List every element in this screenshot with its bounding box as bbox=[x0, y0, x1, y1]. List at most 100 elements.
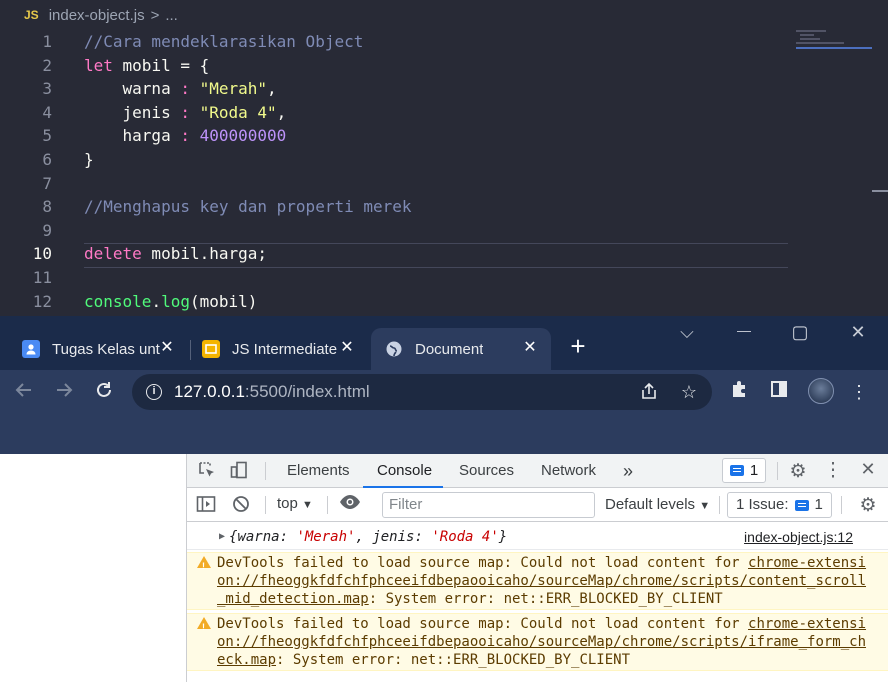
tab-elements[interactable]: Elements bbox=[287, 454, 350, 488]
line-number: 7 bbox=[42, 173, 52, 193]
clear-console-icon[interactable] bbox=[231, 495, 251, 515]
scrollbar-marker[interactable] bbox=[872, 190, 888, 192]
close-tab-icon[interactable]: ✕ bbox=[158, 339, 176, 357]
code-token: delete bbox=[84, 244, 142, 264]
minimize-button[interactable]: — bbox=[732, 322, 756, 352]
console-settings-gear-icon[interactable]: ⚙ bbox=[857, 494, 879, 516]
code-line[interactable]: 4 jenis : "Roda 4", bbox=[0, 101, 800, 125]
code-editor[interactable]: JS index-object.js > ... 1 //Cara mendekl… bbox=[0, 0, 888, 316]
code-text[interactable]: jenis : "Roda 4", bbox=[84, 101, 287, 125]
code-line[interactable]: 1 //Cara mendeklarasikan Object bbox=[0, 30, 800, 54]
bookmark-star-icon[interactable]: ☆ bbox=[678, 381, 700, 403]
code-token: warna bbox=[84, 79, 181, 99]
back-arrow-icon[interactable] bbox=[10, 379, 38, 407]
new-tab-button[interactable]: + bbox=[565, 333, 591, 360]
close-devtools-icon[interactable]: ✕ bbox=[857, 459, 879, 481]
code-line[interactable]: 10 delete mobil.harga; bbox=[0, 242, 800, 266]
close-window-button[interactable]: ✕ bbox=[846, 322, 870, 352]
forward-arrow-icon[interactable] bbox=[50, 379, 78, 407]
profile-avatar[interactable] bbox=[808, 378, 834, 404]
address-bar[interactable]: i 127.0.0.1:5500/index.html ☆ bbox=[132, 374, 712, 410]
console-warning[interactable]: DevTools failed to load source map: Coul… bbox=[187, 613, 888, 671]
filter-input[interactable]: Filter bbox=[382, 492, 595, 518]
code-line[interactable]: 3 warna : "Merah", bbox=[0, 77, 800, 101]
issues-button[interactable]: 1 Issue: 1 bbox=[727, 492, 832, 518]
line-number: 4 bbox=[42, 102, 52, 122]
code-line[interactable]: 6} bbox=[0, 148, 800, 172]
code-text[interactable]: } bbox=[84, 148, 94, 172]
expand-triangle-icon[interactable]: ▶ bbox=[219, 528, 225, 546]
divider bbox=[777, 462, 778, 480]
side-panel-icon[interactable] bbox=[766, 379, 792, 405]
code-token: mobil = { bbox=[112, 55, 210, 75]
tab-js-intermediate[interactable]: JS Intermediate ✕ bbox=[192, 328, 368, 370]
close-tab-icon[interactable]: ✕ bbox=[338, 339, 356, 357]
sidebar-toggle-icon[interactable] bbox=[195, 495, 217, 515]
code-text[interactable]: harga : 400000000 bbox=[84, 124, 287, 148]
code-token: harga bbox=[84, 126, 181, 146]
breadcrumb-ellipsis[interactable]: ... bbox=[165, 7, 178, 24]
code-text[interactable]: delete mobil.harga; bbox=[84, 242, 267, 266]
tab-console[interactable]: Console bbox=[363, 454, 443, 488]
code-line[interactable]: 8 //Menghapus key dan properti merek bbox=[0, 195, 800, 219]
more-tabs-icon[interactable]: » bbox=[623, 454, 633, 488]
tab-title: Document bbox=[415, 340, 484, 358]
device-toolbar-icon[interactable] bbox=[229, 461, 249, 481]
console-toolbar: top ▼ Filter Default levels ▼ 1 Issue: 1… bbox=[187, 488, 888, 522]
code-line[interactable]: 11 bbox=[0, 266, 800, 290]
code-token: let bbox=[84, 55, 113, 75]
console-log-entry[interactable]: ▶ {warna: 'Merah', jenis: 'Roda 4'} inde… bbox=[187, 524, 888, 550]
message-icon bbox=[794, 499, 809, 511]
more-vertical-icon[interactable]: ⋮ bbox=[823, 459, 843, 481]
browser-toolbar: i 127.0.0.1:5500/index.html ☆ ⋮ bbox=[0, 370, 888, 454]
user-icon bbox=[22, 340, 40, 358]
tab-search-icon[interactable]: ⌵ bbox=[676, 322, 698, 352]
code-line[interactable]: 9 bbox=[0, 219, 800, 243]
messages-badge[interactable]: 1 bbox=[722, 458, 766, 483]
url-text[interactable]: 127.0.0.1:5500/index.html bbox=[174, 382, 370, 402]
tab-document[interactable]: Document ✕ bbox=[371, 328, 551, 370]
site-info-icon[interactable]: i bbox=[146, 384, 162, 400]
source-link[interactable]: index-object.js:12 bbox=[744, 528, 853, 546]
minimap[interactable] bbox=[796, 30, 872, 60]
browser-tabstrip: Tugas Kelas unt ✕ JS Intermediate ✕ Docu… bbox=[0, 316, 888, 370]
code-text[interactable]: //Cara mendeklarasikan Object bbox=[84, 30, 363, 54]
inspect-element-icon[interactable] bbox=[197, 461, 217, 481]
breadcrumb-file[interactable]: index-object.js bbox=[49, 7, 145, 24]
extensions-puzzle-icon[interactable] bbox=[726, 379, 752, 405]
tab-network[interactable]: Network bbox=[541, 454, 596, 488]
maximize-button[interactable]: ▢ bbox=[788, 322, 812, 352]
reload-icon[interactable] bbox=[90, 379, 118, 407]
log-levels-dropdown[interactable]: Default levels ▼ bbox=[605, 492, 710, 518]
code-token: : bbox=[180, 126, 190, 146]
live-expression-eye-icon[interactable] bbox=[337, 494, 363, 516]
code-line[interactable]: 12 console.log(mobil) bbox=[0, 290, 800, 314]
divider bbox=[841, 496, 842, 514]
code-token: , bbox=[276, 102, 287, 122]
console-warning[interactable]: DevTools failed to load source map: Coul… bbox=[187, 552, 888, 610]
code-text[interactable]: //Menghapus key dan properti merek bbox=[84, 195, 412, 219]
chevron-right-icon: > bbox=[150, 6, 160, 24]
code-text[interactable]: warna : "Merah", bbox=[84, 77, 277, 101]
settings-gear-icon[interactable]: ⚙ bbox=[787, 460, 809, 482]
line-number: 2 bbox=[42, 55, 52, 75]
slides-icon bbox=[202, 340, 220, 358]
code-token: 400000000 bbox=[199, 126, 287, 146]
close-tab-icon[interactable]: ✕ bbox=[521, 339, 539, 357]
code-text[interactable]: let mobil = { bbox=[84, 54, 209, 78]
code-line[interactable]: 2 let mobil = { bbox=[0, 54, 800, 78]
code-line[interactable]: 7 bbox=[0, 172, 800, 196]
code-token: console bbox=[84, 291, 152, 311]
code-text[interactable]: console.log(mobil) bbox=[84, 290, 257, 314]
message-icon bbox=[729, 465, 744, 476]
more-vertical-icon[interactable]: ⋮ bbox=[846, 379, 872, 405]
code-line[interactable]: 5 harga : 400000000 bbox=[0, 124, 800, 148]
line-number: 6 bbox=[42, 150, 52, 169]
share-icon[interactable] bbox=[638, 381, 660, 403]
tab-tugas-kelas[interactable]: Tugas Kelas unt ✕ bbox=[12, 328, 188, 370]
context-selector[interactable]: top ▼ bbox=[277, 495, 313, 512]
logged-object[interactable]: {warna: 'Merah', jenis: 'Roda 4'} bbox=[229, 528, 507, 546]
devtools-panel: Elements Console Sources Network » 1 ⚙ ⋮… bbox=[186, 454, 888, 682]
tab-sources[interactable]: Sources bbox=[459, 454, 514, 488]
line-number: 9 bbox=[42, 220, 52, 240]
